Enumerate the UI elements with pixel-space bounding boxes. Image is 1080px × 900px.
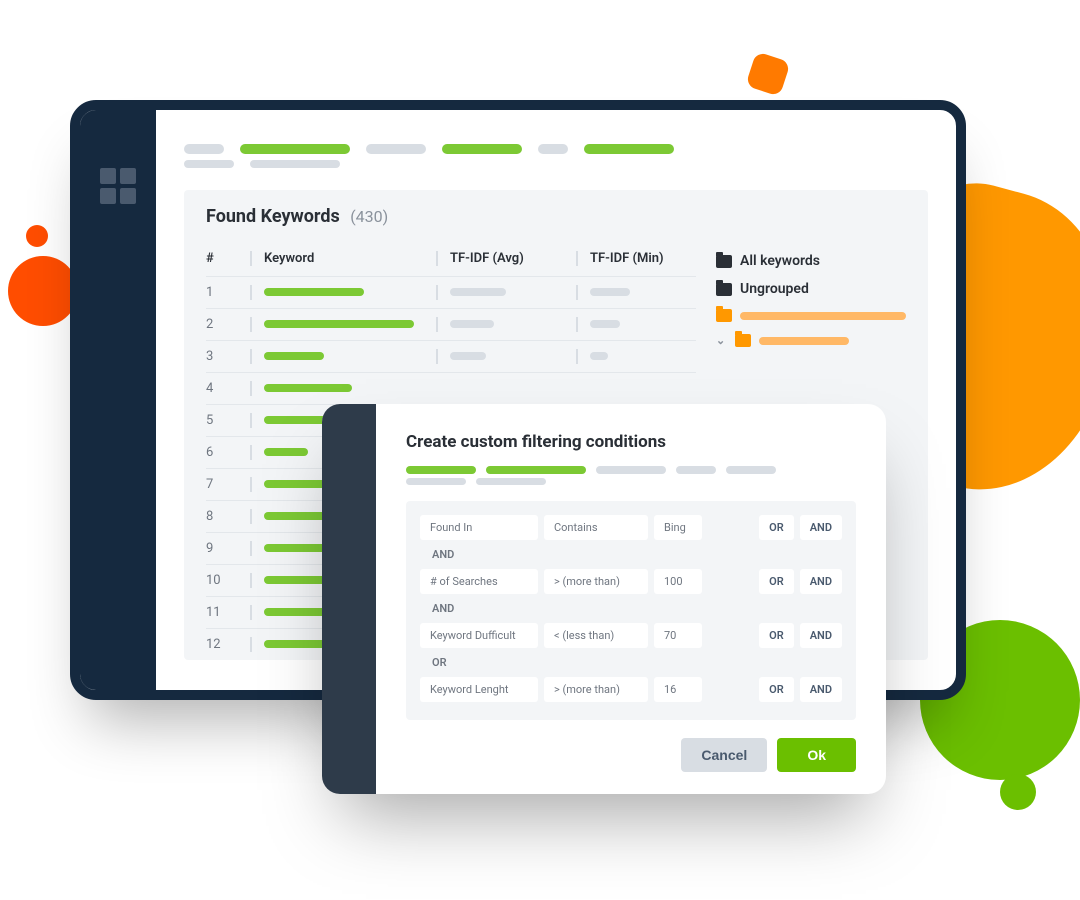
- cond-operator[interactable]: > (more than): [544, 569, 648, 594]
- table-row[interactable]: 2: [206, 308, 696, 340]
- row-avg: [436, 285, 576, 300]
- decor-green-dot: [1000, 774, 1036, 810]
- modal-crumb-1: [406, 466, 856, 474]
- cond-or-button[interactable]: OR: [759, 623, 794, 648]
- decor-red-dot: [26, 225, 48, 247]
- dashboard-icon[interactable]: [100, 168, 136, 690]
- row-num: 10: [206, 573, 250, 588]
- app-sidebar: [80, 110, 156, 690]
- cond-field[interactable]: Found In: [420, 515, 538, 540]
- cond-value[interactable]: Bing: [654, 515, 702, 540]
- breadcrumb-row-1: [184, 144, 928, 154]
- row-num: 12: [206, 637, 250, 652]
- cancel-button[interactable]: Cancel: [681, 738, 767, 772]
- cond-or-button[interactable]: OR: [759, 677, 794, 702]
- breadcrumb-row-2: [184, 160, 928, 168]
- cond-and-button[interactable]: AND: [800, 569, 842, 594]
- condition-row: Found InContainsBing ORAND: [420, 515, 842, 540]
- cond-operator[interactable]: < (less than): [544, 623, 648, 648]
- cond-value[interactable]: 70: [654, 623, 702, 648]
- table-row[interactable]: 1: [206, 276, 696, 308]
- col-keyword[interactable]: Keyword: [250, 251, 436, 266]
- group-ungrouped[interactable]: Ungrouped: [716, 275, 906, 303]
- row-num: 4: [206, 381, 250, 396]
- decor-red-circle: [8, 256, 78, 326]
- row-num: 3: [206, 349, 250, 364]
- condition-joiner: AND: [420, 544, 842, 569]
- table-row[interactable]: 4: [206, 372, 696, 404]
- group-custom-1[interactable]: [716, 303, 906, 328]
- cond-or-button[interactable]: OR: [759, 569, 794, 594]
- condition-row: Keyword Dufficult< (less than)70 ORAND: [420, 623, 842, 648]
- group-custom-2[interactable]: ⌄: [716, 328, 906, 353]
- row-keyword: [250, 285, 436, 300]
- folder-icon: [716, 283, 732, 296]
- cond-and-button[interactable]: AND: [800, 515, 842, 540]
- table-header: # Keyword TF-IDF (Avg) TF-IDF (Min): [206, 245, 696, 276]
- row-keyword: [250, 381, 436, 396]
- condition-row: Keyword Lenght> (more than)16 ORAND: [420, 677, 842, 702]
- panel-count: (430): [350, 207, 388, 226]
- row-num: 9: [206, 541, 250, 556]
- cond-and-button[interactable]: AND: [800, 677, 842, 702]
- modal-body: Create custom filtering conditions Found…: [376, 404, 886, 794]
- row-avg: [436, 317, 576, 332]
- row-min: [576, 285, 696, 300]
- folder-icon: [716, 255, 732, 268]
- row-num: 8: [206, 509, 250, 524]
- filter-modal: Create custom filtering conditions Found…: [322, 404, 886, 794]
- col-tfidf-min[interactable]: TF-IDF (Min): [576, 251, 696, 266]
- condition-joiner: AND: [420, 598, 842, 623]
- row-num: 1: [206, 285, 250, 300]
- row-min: [576, 317, 696, 332]
- row-avg: [436, 349, 576, 364]
- row-keyword: [250, 317, 436, 332]
- group-placeholder: [759, 337, 849, 345]
- chevron-down-icon[interactable]: ⌄: [716, 334, 725, 347]
- row-num: 2: [206, 317, 250, 332]
- cond-operator[interactable]: Contains: [544, 515, 648, 540]
- row-num: 5: [206, 413, 250, 428]
- group-label: All keywords: [740, 253, 820, 269]
- modal-title: Create custom filtering conditions: [406, 432, 856, 452]
- cond-field[interactable]: # of Searches: [420, 569, 538, 594]
- condition-joiner: OR: [420, 652, 842, 677]
- row-min: [576, 349, 696, 364]
- modal-crumb-2: [406, 478, 856, 485]
- group-placeholder: [740, 312, 906, 320]
- folder-icon: [735, 334, 751, 347]
- row-num: 11: [206, 605, 250, 620]
- cond-field[interactable]: Keyword Lenght: [420, 677, 538, 702]
- table-row[interactable]: 3: [206, 340, 696, 372]
- group-all-keywords[interactable]: All keywords: [716, 247, 906, 275]
- col-tfidf-avg[interactable]: TF-IDF (Avg): [436, 251, 576, 266]
- row-keyword: [250, 349, 436, 364]
- ok-button[interactable]: Ok: [777, 738, 856, 772]
- row-num: 6: [206, 445, 250, 460]
- row-num: 7: [206, 477, 250, 492]
- cond-field[interactable]: Keyword Dufficult: [420, 623, 538, 648]
- group-label: Ungrouped: [740, 281, 809, 297]
- panel-title: Found Keywords (430): [206, 206, 906, 227]
- cond-or-button[interactable]: OR: [759, 515, 794, 540]
- cond-operator[interactable]: > (more than): [544, 677, 648, 702]
- modal-sidebar: [322, 404, 376, 794]
- cond-value[interactable]: 100: [654, 569, 702, 594]
- condition-row: # of Searches> (more than)100 ORAND: [420, 569, 842, 594]
- cond-value[interactable]: 16: [654, 677, 702, 702]
- folder-icon: [716, 309, 732, 322]
- col-num: #: [206, 251, 250, 266]
- conditions-panel: Found InContainsBingORANDAND# of Searche…: [406, 501, 856, 720]
- cond-and-button[interactable]: AND: [800, 623, 842, 648]
- decor-orange-square: [745, 51, 790, 96]
- modal-actions: Cancel Ok: [406, 738, 856, 772]
- panel-title-text: Found Keywords: [206, 206, 340, 227]
